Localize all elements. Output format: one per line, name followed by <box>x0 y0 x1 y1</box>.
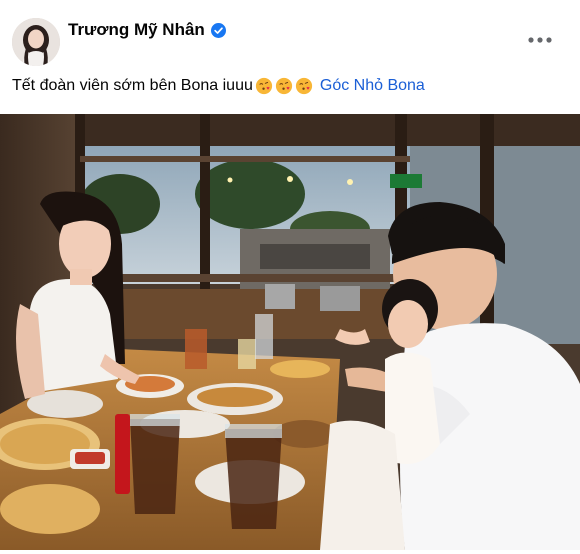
face-blowing-kiss-emoji-icon <box>275 77 292 95</box>
verified-badge-icon <box>210 22 226 38</box>
social-post-card: Trương Mỹ Nhân Tết đoàn viên sớm bên Bon… <box>0 0 580 554</box>
post-header: Trương Mỹ Nhân <box>0 0 580 66</box>
author-avatar[interactable] <box>12 18 60 66</box>
face-blowing-kiss-emoji-icon <box>295 77 312 95</box>
post-photo[interactable] <box>0 114 580 550</box>
author-name[interactable]: Trương Mỹ Nhân <box>68 20 205 40</box>
location-tag-link[interactable]: Góc Nhỏ Bona <box>320 77 425 95</box>
caption-text: Tết đoàn viên sớm bên Bona iuuu <box>12 77 253 94</box>
post-caption: Tết đoàn viên sớm bên Bona iuuu Góc Nhỏ … <box>12 77 425 95</box>
more-horizontal-icon[interactable] <box>526 30 554 50</box>
restaurant-family-photo <box>0 114 580 550</box>
avatar-image <box>12 18 60 66</box>
author-name-row: Trương Mỹ Nhân <box>68 20 226 40</box>
face-blowing-kiss-emoji-icon <box>255 77 272 95</box>
